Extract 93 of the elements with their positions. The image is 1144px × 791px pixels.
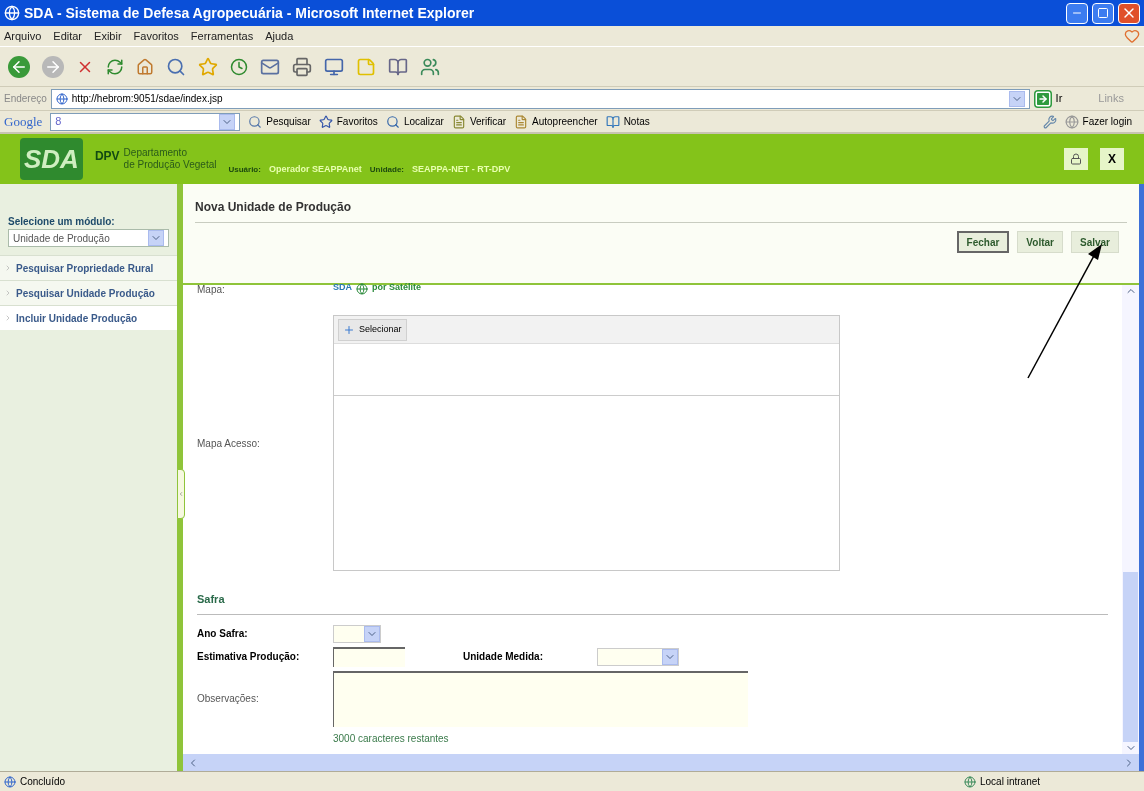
select-button[interactable]: Selecionar: [338, 318, 407, 341]
google-toolbar-button[interactable]: Verificar: [451, 114, 507, 129]
google-toolbar-button[interactable]: Favoritos: [318, 114, 378, 129]
user-name: Operador SEAPPAnet: [268, 162, 362, 176]
wrench-icon[interactable]: [1042, 114, 1057, 129]
field-label: Observações:: [197, 692, 260, 706]
star-icon: [318, 114, 333, 129]
google-toolbar-button[interactable]: Localizar: [385, 114, 444, 129]
form-button[interactable]: Fechar: [956, 231, 1010, 253]
notes-textarea[interactable]: [333, 670, 748, 727]
restore-button[interactable]: [1092, 2, 1114, 24]
department-name: Departamento: [123, 147, 188, 159]
field-label: Mapa:: [197, 283, 226, 297]
search-icon[interactable]: [166, 56, 186, 77]
field-label: Unidade Medida:: [463, 650, 544, 664]
close-button[interactable]: [1118, 2, 1140, 24]
bullet-icon: [4, 264, 12, 272]
unit-name: SEAPPA-NET - RT-DPV: [412, 162, 511, 176]
star-icon[interactable]: [198, 56, 218, 77]
menu-item[interactable]: Ferramentas: [190, 27, 254, 45]
sidebar-item[interactable]: Incluir Unidade Produção: [0, 305, 177, 330]
search-icon: [248, 114, 263, 129]
form-button[interactable]: Salvar: [1070, 231, 1119, 253]
google-logo: Google: [4, 112, 43, 131]
module-label: Selecione um módulo:: [7, 215, 116, 229]
sidebar-item[interactable]: Pesquisar Unidade Produção: [0, 280, 177, 305]
field-label: Mapa Acesso:: [197, 436, 261, 451]
google-dropdown-icon[interactable]: [219, 113, 236, 130]
minimize-button[interactable]: [1066, 2, 1088, 24]
sda-map-link[interactable]: SDA: [333, 281, 352, 295]
status-text: Concluído: [20, 775, 66, 789]
back-icon[interactable]: [8, 55, 30, 78]
form-icon: [514, 114, 529, 129]
login-button[interactable]: Fazer login: [1064, 114, 1140, 129]
refresh-icon[interactable]: [106, 57, 124, 76]
forward-icon[interactable]: [42, 55, 64, 78]
menu-item[interactable]: Exibir: [94, 27, 122, 45]
go-link[interactable]: Ir: [1055, 90, 1063, 107]
google-toolbar-button[interactable]: Notas: [605, 114, 650, 129]
lock-icon: [1070, 153, 1082, 165]
address-field[interactable]: http://hebrom:9051/sdae/index.jsp: [50, 88, 1030, 109]
globe-icon: [1064, 114, 1079, 129]
google-search-field[interactable]: 8: [50, 112, 241, 131]
intranet-icon: [964, 775, 976, 788]
sidebar-item[interactable]: Pesquisar Propriedade Rural: [0, 255, 177, 280]
window-title: SDA - Sistema de Defesa Agropecuária - Microsoft Internet Explorer: [24, 3, 475, 23]
plus-icon: [343, 323, 355, 336]
messenger-icon[interactable]: [420, 56, 440, 77]
collapse-handle[interactable]: [177, 469, 185, 519]
browser-icon: [4, 5, 20, 21]
menu-item[interactable]: Arquivo: [4, 27, 42, 45]
collapse-icon: [178, 490, 184, 498]
logout-button[interactable]: X: [1100, 148, 1124, 170]
sda-logo: SDA: [20, 138, 83, 180]
character-counter: 3000 caracteres restantes: [333, 731, 450, 746]
notebook-icon: [605, 114, 620, 129]
user-label: Usuário:: [228, 164, 261, 176]
section-title: Safra: [197, 591, 1108, 615]
unit-label: Unidade:: [369, 164, 404, 176]
page-icon: [4, 775, 16, 788]
history-icon[interactable]: [230, 57, 248, 76]
module-select[interactable]: Unidade de Produção: [8, 229, 169, 247]
home-icon[interactable]: [136, 57, 154, 76]
department-code: DPV: [94, 148, 120, 165]
menu-item[interactable]: Ajuda: [265, 27, 294, 45]
field-label: Estimativa Produção:: [197, 650, 301, 664]
address-dropdown-icon[interactable]: [1008, 90, 1025, 107]
bullet-icon: [4, 314, 12, 322]
horizontal-scrollbar[interactable]: [183, 754, 1139, 771]
department-name: de Produção Vegetal: [123, 159, 217, 171]
vertical-scrollbar[interactable]: [1122, 285, 1139, 754]
print-icon[interactable]: [292, 56, 312, 77]
note-icon[interactable]: [356, 56, 376, 77]
field-label: Ano Safra:: [197, 627, 249, 641]
go-icon[interactable]: [1033, 89, 1052, 108]
magnifier-icon: [385, 114, 400, 129]
form-button[interactable]: Voltar: [1017, 231, 1063, 253]
unit-select[interactable]: [597, 647, 679, 666]
estimate-input[interactable]: [333, 646, 405, 667]
restore-icon: [1097, 7, 1109, 19]
zone-text: Local intranet: [980, 775, 1042, 789]
satellite-map-link[interactable]: por Satélite: [372, 281, 422, 295]
menu-item[interactable]: Editar: [53, 27, 83, 45]
menu-item[interactable]: Favoritos: [133, 27, 179, 45]
satellite-icon[interactable]: [356, 282, 368, 295]
google-toolbar-button[interactable]: Pesquisar: [248, 114, 311, 129]
google-toolbar-button[interactable]: Autopreencher: [514, 114, 598, 129]
lock-button[interactable]: [1064, 148, 1088, 170]
book-icon[interactable]: [388, 56, 408, 77]
bullet-icon: [4, 289, 12, 297]
address-label: Endereço: [4, 92, 47, 106]
page-title: Nova Unidade de Produção: [195, 184, 1127, 223]
page-icon: [55, 92, 68, 105]
